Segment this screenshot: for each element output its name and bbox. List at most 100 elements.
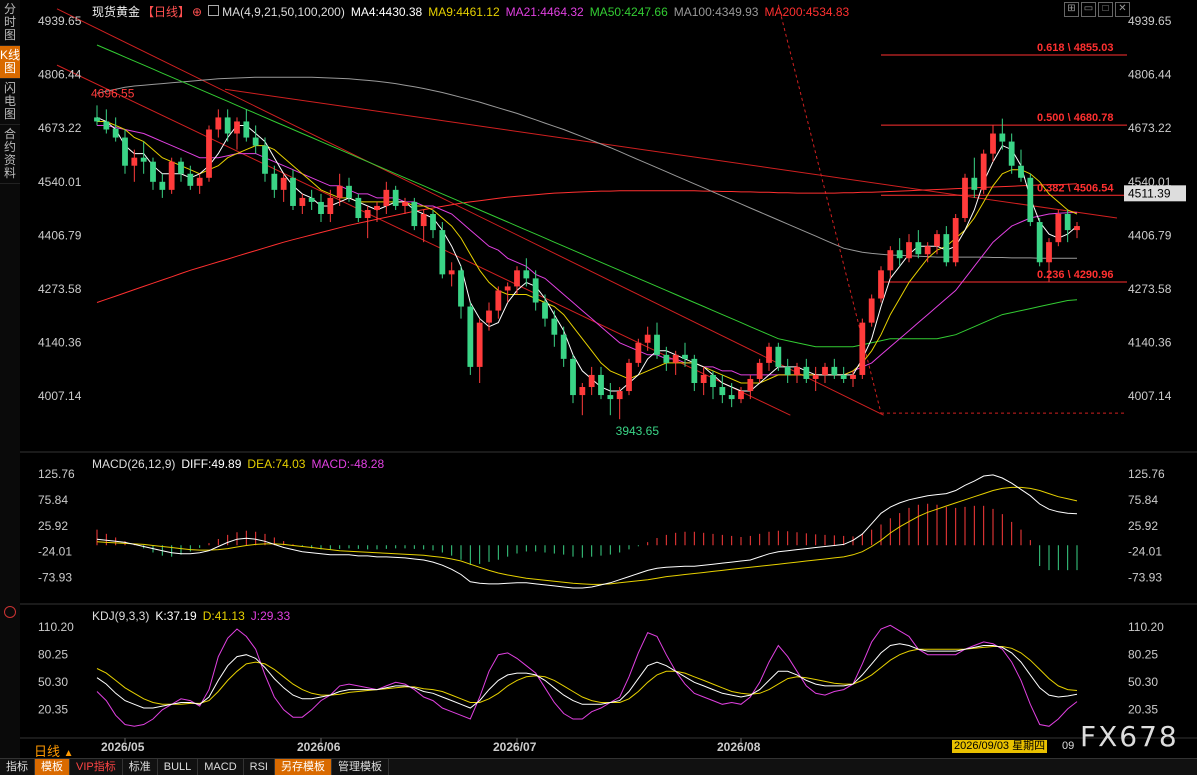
close-icon[interactable]: ✕ [1115,2,1130,17]
macd-axis-right-label: -73.93 [1128,571,1162,585]
price-axis-left-label: 4673.22 [38,121,82,135]
price-axis-right-label: 4406.79 [1128,228,1172,242]
candle-body [635,342,642,363]
toolbar-button-rsi[interactable]: RSI [244,759,275,775]
ma9-value: MA9:4461.12 [428,5,500,19]
price-axis-left-label: 4939.65 [38,14,82,28]
price-axis-right-label: 4540.01 [1128,175,1172,189]
cursor-date-suffix: 09 [1062,740,1075,752]
candle-body [308,197,315,202]
candle-body [710,374,716,388]
kdj-legend: KDJ(9,3,3) K:37.19 D:41.13 J:29.33 [92,609,296,623]
toolbar-button-macd[interactable]: MACD [198,759,244,775]
candle-body [691,358,698,383]
fib-level-label: 0.500 \ 4680.78 [1037,112,1113,124]
candle-body [868,298,875,323]
settings-square-icon[interactable] [208,5,220,16]
candle-body [327,197,334,214]
bottom-toolbar: 指标 模板 VIP指标 标准 BULL MACD RSI 另存模板 管理模板 [0,758,1197,775]
candle-body [159,181,166,190]
candle-body [103,121,110,130]
candle-body [458,270,464,307]
candle-body [243,121,250,138]
kdj-axis-left-label: 50.30 [38,675,68,689]
candle-body [560,334,567,359]
candle-body [112,128,119,138]
macd-axis-left-label: -73.93 [38,571,72,585]
price-axis-right-label: 4939.65 [1128,14,1172,28]
maximize-icon[interactable]: □ [1098,2,1113,17]
macd-axis-right-label: 75.84 [1128,493,1158,507]
kdj-axis-left-label: 110.20 [38,620,74,634]
cursor-date-label: 2026/09/03 星期四 [952,740,1048,753]
price-axis-right-label: 4273.58 [1128,282,1172,296]
tab-flash-chart[interactable]: 闪电图 [0,79,20,125]
candle-body [794,366,800,375]
toolbar-button-save-template[interactable]: 另存模板 [275,759,332,775]
fib-level-label: 0.618 \ 4855.03 [1037,42,1113,54]
candle-body [859,322,866,375]
kdj-axis-right-label: 80.25 [1128,648,1158,662]
candle-body [728,395,735,400]
toolbar-button-manage-template[interactable]: 管理模板 [332,759,389,775]
candle-body [280,177,287,190]
candle-body [1008,141,1015,166]
tab-time-chart[interactable]: 分时图 [0,0,20,46]
watermark: FX678 [1080,720,1179,753]
add-indicator-icon[interactable]: ⊕ [192,5,202,19]
candle-body [392,189,399,206]
candle-body [840,374,847,379]
candle-body [1055,213,1062,243]
toolbar-button-standard[interactable]: 标准 [123,759,158,775]
candle-body [906,242,912,259]
candle-body [1064,213,1071,231]
candle-body [430,213,436,231]
instrument-name: 现货黄金 [92,5,141,19]
candle-body [952,218,959,263]
ma-params: MA(4,9,21,50,100,200) [222,5,345,19]
candle-body [476,322,483,367]
candle-body [262,145,268,174]
gear-icon[interactable] [4,606,16,618]
candle-body [196,177,203,186]
candle-body [766,346,772,363]
tab-contract-info[interactable]: 合约资料 [0,125,20,184]
candle-body [215,117,222,130]
macd-value: MACD:-48.28 [311,457,385,471]
candle-body [467,306,474,367]
macd-axis-right-label: 125.76 [1128,467,1165,481]
toolbar-button-template[interactable]: 模板 [35,759,70,775]
candle-body [178,161,184,174]
kdj-axis-right-label: 50.30 [1128,675,1158,689]
candle-body [523,270,530,279]
macd-params: MACD(26,12,9) [92,457,176,471]
candle-body [598,374,604,396]
macd-dea: DEA:74.03 [247,457,306,471]
candle-body [402,201,408,206]
candle-body [532,278,539,303]
candle-body [346,185,352,198]
candle-body [934,234,940,247]
chart-area[interactable]: 0.618 \ 4855.030.500 \ 4680.780.382 \ 45… [20,0,1197,758]
candle-body [252,137,259,146]
kdj-params: KDJ(9,3,3) [92,609,150,623]
candle-body [812,374,819,379]
candle-body [551,318,558,335]
grid-icon[interactable]: ⊞ [1064,2,1079,17]
candle-body [168,161,175,190]
toolbar-button-vip[interactable]: VIP指标 [70,759,123,775]
candle-body [887,250,894,271]
candle-body [94,117,100,122]
restore-icon[interactable]: ▭ [1081,2,1096,17]
toolbar-button-indicators[interactable]: 指标 [0,759,35,775]
candle-body [654,334,660,355]
candle-body [719,387,726,396]
period-label[interactable]: 【日线】 [142,5,190,19]
candle-body [738,391,744,400]
tab-k-line[interactable]: K线图 [0,46,20,79]
fib-level-label: 0.236 \ 4290.96 [1037,269,1113,281]
candle-body [271,173,278,190]
candle-body [1018,165,1024,178]
toolbar-button-bull[interactable]: BULL [158,759,199,775]
low-price-label: 3943.65 [616,424,660,438]
